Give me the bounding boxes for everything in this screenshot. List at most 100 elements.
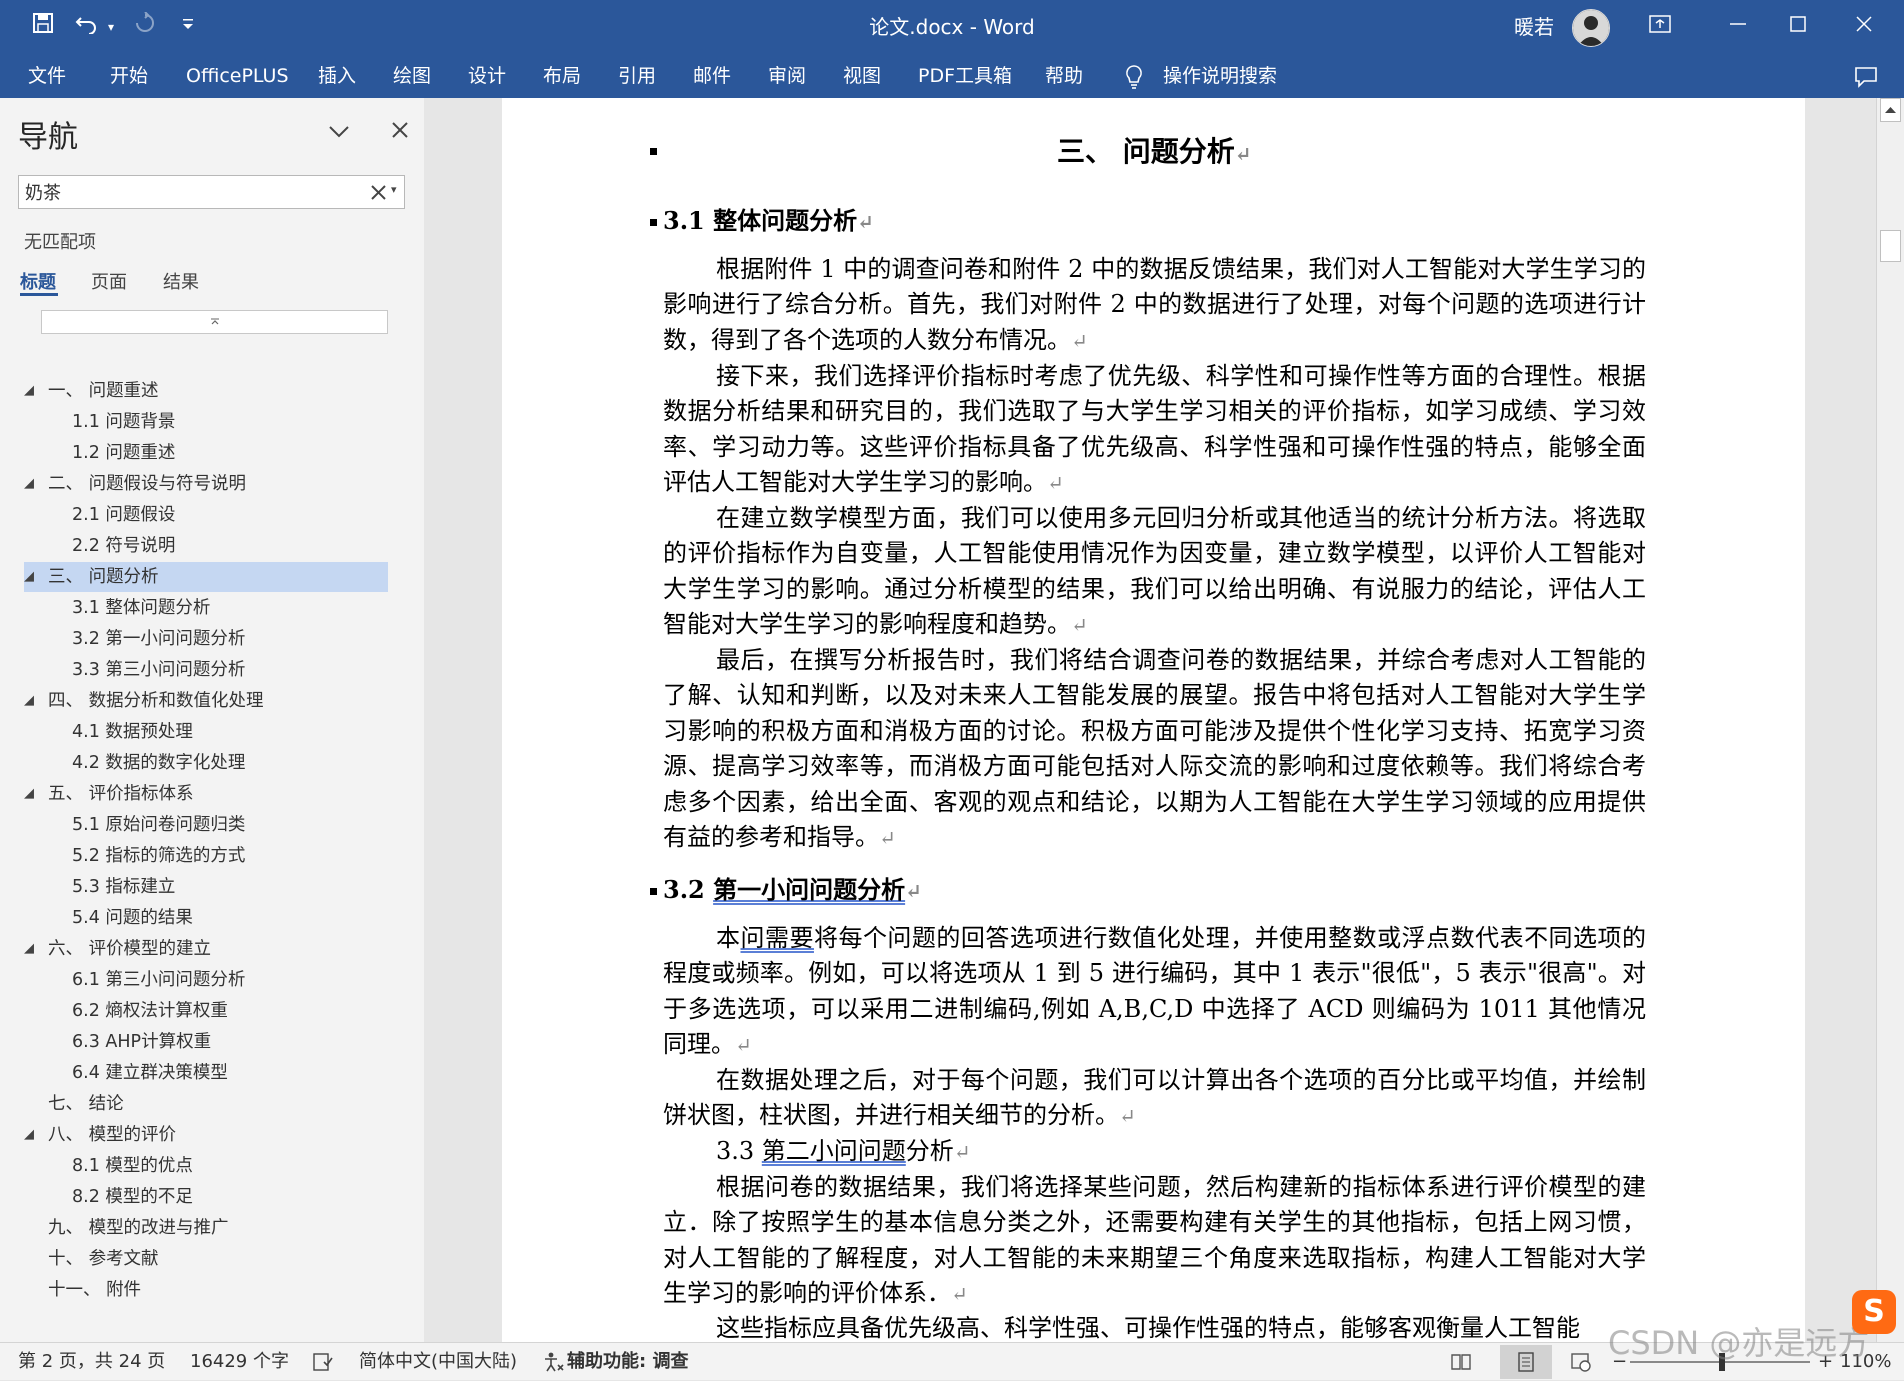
document-page[interactable]: 三、 问题分析↵ 3.1 整体问题分析↵ 根据附件 1 中的调查问卷和附件 2 … — [502, 98, 1805, 1342]
nav-subheading-item[interactable]: 6.4 建立群决策模型 — [24, 1058, 388, 1088]
tab-references[interactable]: 引用 — [618, 54, 656, 98]
tab-officeplus[interactable]: OfficePLUS — [186, 54, 289, 98]
nav-search-input[interactable] — [25, 179, 355, 205]
nav-subheading-item[interactable]: 4.1 数据预处理 — [24, 717, 388, 747]
scroll-up-bar[interactable] — [41, 310, 388, 334]
tab-home[interactable]: 开始 — [110, 54, 148, 98]
close-window-icon[interactable] — [1832, 0, 1896, 54]
undo-icon[interactable] — [72, 12, 102, 42]
search-options-dropdown-icon[interactable]: ▾ — [391, 183, 403, 201]
nav-options-chevron-icon[interactable] — [326, 118, 352, 144]
nav-subheading-item[interactable]: 8.1 模型的优点 — [24, 1151, 388, 1181]
tab-insert[interactable]: 插入 — [318, 54, 356, 98]
nav-subheading-item[interactable]: 4.2 数据的数字化处理 — [24, 748, 388, 778]
collapse-triangle-icon[interactable]: ◢ — [24, 686, 34, 716]
tab-draw[interactable]: 绘图 — [393, 54, 431, 98]
nav-subheading-item[interactable]: 5.1 原始问卷问题归类 — [24, 810, 388, 840]
nav-heading-item[interactable]: 十、 参考文献 — [24, 1244, 388, 1274]
lightbulb-icon[interactable] — [1124, 54, 1144, 98]
nav-subheading-item[interactable]: 2.1 问题假设 — [24, 500, 388, 530]
proofing-icon[interactable] — [312, 1343, 334, 1381]
nav-item-label: 2.1 问题假设 — [72, 505, 176, 525]
nav-subheading-item[interactable]: 6.1 第三小问问题分析 — [24, 965, 388, 995]
tell-me-search[interactable]: 操作说明搜索 — [1163, 54, 1277, 98]
customize-quick-access-icon[interactable] — [180, 12, 196, 42]
nav-heading-item[interactable]: ◢ 三、 问题分析 — [24, 562, 388, 592]
page-count[interactable]: 第 2 页，共 24 页 — [18, 1343, 165, 1381]
tab-mailings[interactable]: 邮件 — [693, 54, 731, 98]
clear-search-icon[interactable] — [369, 181, 389, 203]
nav-heading-item[interactable]: ◢ 一、 问题重述 — [24, 376, 388, 406]
close-nav-icon[interactable] — [389, 119, 413, 143]
minimize-icon[interactable] — [1706, 0, 1770, 54]
nav-subheading-item[interactable]: 8.2 模型的不足 — [24, 1182, 388, 1212]
nav-tab-results[interactable]: 结果 — [163, 268, 199, 294]
nav-item-label: 4.2 数据的数字化处理 — [72, 753, 246, 773]
nav-heading-item[interactable]: ◢ 八、 模型的评价 — [24, 1120, 388, 1150]
nav-subheading-item[interactable]: 6.3 AHP计算权重 — [24, 1027, 388, 1057]
nav-heading-item[interactable]: ◢ 六、 评价模型的建立 — [24, 934, 388, 964]
comments-icon[interactable] — [1854, 54, 1878, 98]
ribbon-display-options-icon[interactable] — [1628, 0, 1692, 54]
user-name[interactable]: 暖若 — [1514, 0, 1554, 54]
nav-heading-item[interactable]: ◢ 五、 评价指标体系 — [24, 779, 388, 809]
nav-item-label: 十、 参考文献 — [48, 1249, 159, 1269]
scroll-thumb[interactable] — [1880, 230, 1901, 262]
nav-heading-item[interactable]: 九、 模型的改进与推广 — [24, 1213, 388, 1243]
accessibility-icon[interactable] — [542, 1343, 564, 1381]
undo-dropdown-icon[interactable]: ▾ — [104, 12, 118, 42]
nav-item-label: 1.2 问题重述 — [72, 443, 176, 463]
nav-item-label: 八、 模型的评价 — [48, 1125, 177, 1145]
collapse-triangle-icon[interactable]: ◢ — [24, 779, 34, 809]
avatar[interactable] — [1572, 9, 1610, 47]
scroll-up-arrow-icon[interactable] — [1880, 98, 1901, 122]
web-layout-icon[interactable] — [1570, 1343, 1592, 1381]
tab-view[interactable]: 视图 — [843, 54, 881, 98]
document-title: 论文.docx - Word — [869, 15, 1035, 39]
tab-layout[interactable]: 布局 — [543, 54, 581, 98]
collapse-triangle-icon[interactable]: ◢ — [24, 1120, 34, 1150]
nav-subheading-item[interactable]: 5.3 指标建立 — [24, 872, 388, 902]
nav-subheading-item[interactable]: 5.4 问题的结果 — [24, 903, 388, 933]
title-bar: ▾ 论文.docx - Word 暖若 — [0, 0, 1904, 54]
nav-subheading-item[interactable]: 2.2 符号说明 — [24, 531, 388, 561]
nav-subheading-item[interactable]: 3.1 整体问题分析 — [24, 593, 388, 623]
section-heading-3-3-text: 第二小问问题 — [761, 1137, 906, 1165]
nav-subheading-item[interactable]: 5.2 指标的筛选的方式 — [24, 841, 388, 871]
language-indicator[interactable]: 简体中文(中国大陆) — [359, 1343, 517, 1381]
read-mode-icon[interactable] — [1450, 1343, 1472, 1381]
nav-tab-pages[interactable]: 页面 — [91, 268, 127, 294]
nav-heading-item[interactable]: 七、 结论 — [24, 1089, 388, 1119]
collapse-triangle-icon[interactable]: ◢ — [24, 376, 34, 406]
nav-subheading-item[interactable]: 1.1 问题背景 — [24, 407, 388, 437]
section-heading-3-2-number: 3.2 — [663, 875, 714, 904]
tab-file[interactable]: 文件 — [28, 54, 66, 98]
paragraph-3-text: 在建立数学模型方面，我们可以使用多元回归分析或其他适当的统计分析方法。将选取的评… — [663, 504, 1646, 639]
nav-heading-item[interactable]: ◢ 四、 数据分析和数值化处理 — [24, 686, 388, 716]
collapse-triangle-icon[interactable]: ◢ — [24, 562, 34, 592]
input-method-logo-icon[interactable]: S — [1852, 1290, 1896, 1334]
save-icon[interactable] — [28, 12, 58, 42]
nav-heading-item[interactable]: ◢ 二、 问题假设与符号说明 — [24, 469, 388, 499]
nav-subheading-item[interactable]: 3.2 第一小问问题分析 — [24, 624, 388, 654]
nav-subheading-item[interactable]: 1.2 问题重述 — [24, 438, 388, 468]
nav-item-label: 5.4 问题的结果 — [72, 908, 193, 928]
nav-tab-headings[interactable]: 标题 — [20, 268, 56, 294]
vertical-scrollbar[interactable] — [1876, 98, 1904, 1342]
tab-design[interactable]: 设计 — [468, 54, 506, 98]
section-heading-3-1: 3.1 整体问题分析↵ — [663, 206, 874, 235]
collapse-triangle-icon[interactable]: ◢ — [24, 934, 34, 964]
section-heading-3-3-number: 3.3 — [716, 1137, 762, 1165]
tab-review[interactable]: 审阅 — [768, 54, 806, 98]
tab-help[interactable]: 帮助 — [1045, 54, 1083, 98]
nav-subheading-item[interactable]: 3.3 第三小问问题分析 — [24, 655, 388, 685]
nav-item-label: 三、 问题分析 — [48, 567, 159, 587]
nav-subheading-item[interactable]: 6.2 熵权法计算权重 — [24, 996, 388, 1026]
print-layout-icon[interactable] — [1500, 1345, 1552, 1379]
word-count[interactable]: 16429 个字 — [190, 1343, 289, 1381]
accessibility-status[interactable]: 辅助功能: 调查 — [567, 1343, 688, 1381]
tab-pdf-toolbox[interactable]: PDF工具箱 — [918, 54, 1012, 98]
collapse-triangle-icon[interactable]: ◢ — [24, 469, 34, 499]
nav-heading-item[interactable]: 十一、 附件 — [24, 1275, 388, 1305]
maximize-icon[interactable] — [1766, 0, 1830, 54]
